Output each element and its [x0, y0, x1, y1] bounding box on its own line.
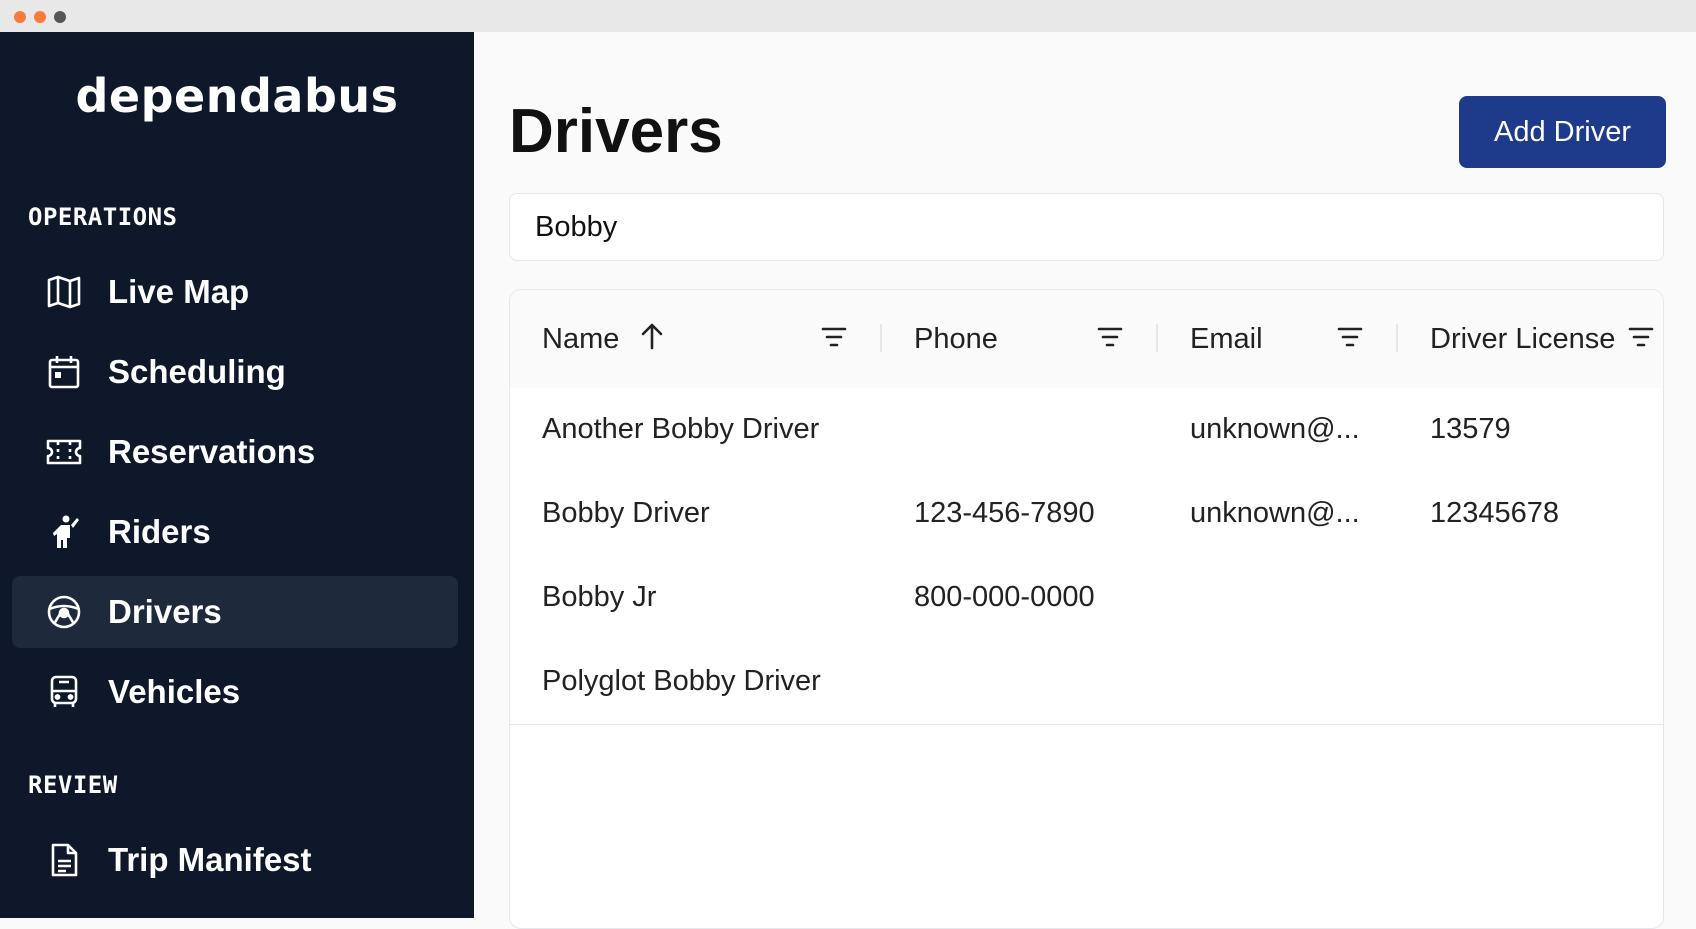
column-header-label: Name — [542, 323, 620, 355]
column-header-phone[interactable]: Phone — [882, 290, 1158, 388]
column-header-name[interactable]: Name — [510, 290, 882, 388]
sidebar-item-label: Scheduling — [108, 353, 286, 390]
window-close-button[interactable] — [14, 11, 26, 23]
app-logo[interactable]: dependabus — [0, 69, 474, 123]
filter-icon[interactable] — [1337, 325, 1363, 349]
cell-phone: 123-456-7890 — [914, 497, 1095, 529]
cell-name: Bobby Jr — [542, 581, 657, 613]
table-row[interactable]: Another Bobby Driver unknown@... 13579 — [510, 388, 1663, 473]
cell-name: Polyglot Bobby Driver — [542, 665, 821, 697]
column-header-label: Email — [1190, 323, 1263, 355]
cell-license: 12345678 — [1430, 497, 1560, 529]
sidebar-item-riders[interactable]: Riders — [12, 496, 458, 568]
window-zoom-button[interactable] — [54, 11, 66, 23]
filter-icon[interactable] — [821, 325, 847, 349]
sidebar: dependabus OPERATIONS Live Map Schedulin… — [0, 32, 474, 918]
page-title: Drivers — [509, 97, 723, 166]
sidebar-section-operations: OPERATIONS — [28, 203, 178, 231]
steering-wheel-icon — [46, 594, 82, 630]
column-header-label: Driver License — [1430, 323, 1616, 355]
sidebar-item-label: Reservations — [108, 433, 316, 470]
rider-icon — [46, 514, 82, 550]
map-icon — [46, 274, 82, 310]
sidebar-item-reservations[interactable]: Reservations — [12, 416, 458, 488]
cell-phone: 800-000-0000 — [914, 581, 1095, 613]
column-header-email[interactable]: Email — [1158, 290, 1398, 388]
bus-icon — [46, 674, 82, 710]
cell-email: unknown@... — [1190, 413, 1360, 445]
cell-license: 13579 — [1430, 413, 1511, 445]
sort-ascending-icon[interactable] — [640, 321, 664, 351]
sidebar-section-review: REVIEW — [28, 771, 118, 799]
search-input[interactable] — [509, 193, 1664, 261]
table-row[interactable]: Polyglot Bobby Driver — [510, 640, 1663, 725]
sidebar-item-scheduling[interactable]: Scheduling — [12, 336, 458, 408]
calendar-icon — [46, 354, 82, 390]
table-row[interactable]: Bobby Driver 123-456-7890 unknown@... 12… — [510, 472, 1663, 557]
cell-name: Another Bobby Driver — [542, 413, 820, 445]
sidebar-item-label: Live Map — [108, 273, 250, 310]
table-header: Name Phone Email Driver License — [510, 290, 1663, 389]
column-header-driver-license[interactable]: Driver License — [1398, 290, 1663, 388]
filter-icon[interactable] — [1097, 325, 1123, 349]
sidebar-item-trip-manifest[interactable]: Trip Manifest — [12, 824, 458, 896]
sidebar-item-vehicles[interactable]: Vehicles — [12, 656, 458, 728]
drivers-table: Name Phone Email Driver License Another … — [509, 289, 1664, 929]
cell-email: unknown@... — [1190, 497, 1360, 529]
add-driver-button[interactable]: Add Driver — [1459, 96, 1666, 168]
sidebar-item-label: Riders — [108, 513, 211, 550]
sidebar-item-drivers[interactable]: Drivers — [12, 576, 458, 648]
window-titlebar — [0, 0, 1696, 32]
document-icon — [46, 842, 82, 878]
window-minimize-button[interactable] — [34, 11, 46, 23]
cell-name: Bobby Driver — [542, 497, 710, 529]
sidebar-item-live-map[interactable]: Live Map — [12, 256, 458, 328]
filter-icon[interactable] — [1628, 325, 1654, 349]
table-row[interactable]: Bobby Jr 800-000-0000 — [510, 556, 1663, 641]
column-header-label: Phone — [914, 323, 998, 355]
sidebar-item-label: Vehicles — [108, 673, 241, 710]
sidebar-item-label: Trip Manifest — [108, 841, 312, 878]
sidebar-item-label: Drivers — [108, 593, 222, 630]
ticket-icon — [46, 434, 82, 470]
